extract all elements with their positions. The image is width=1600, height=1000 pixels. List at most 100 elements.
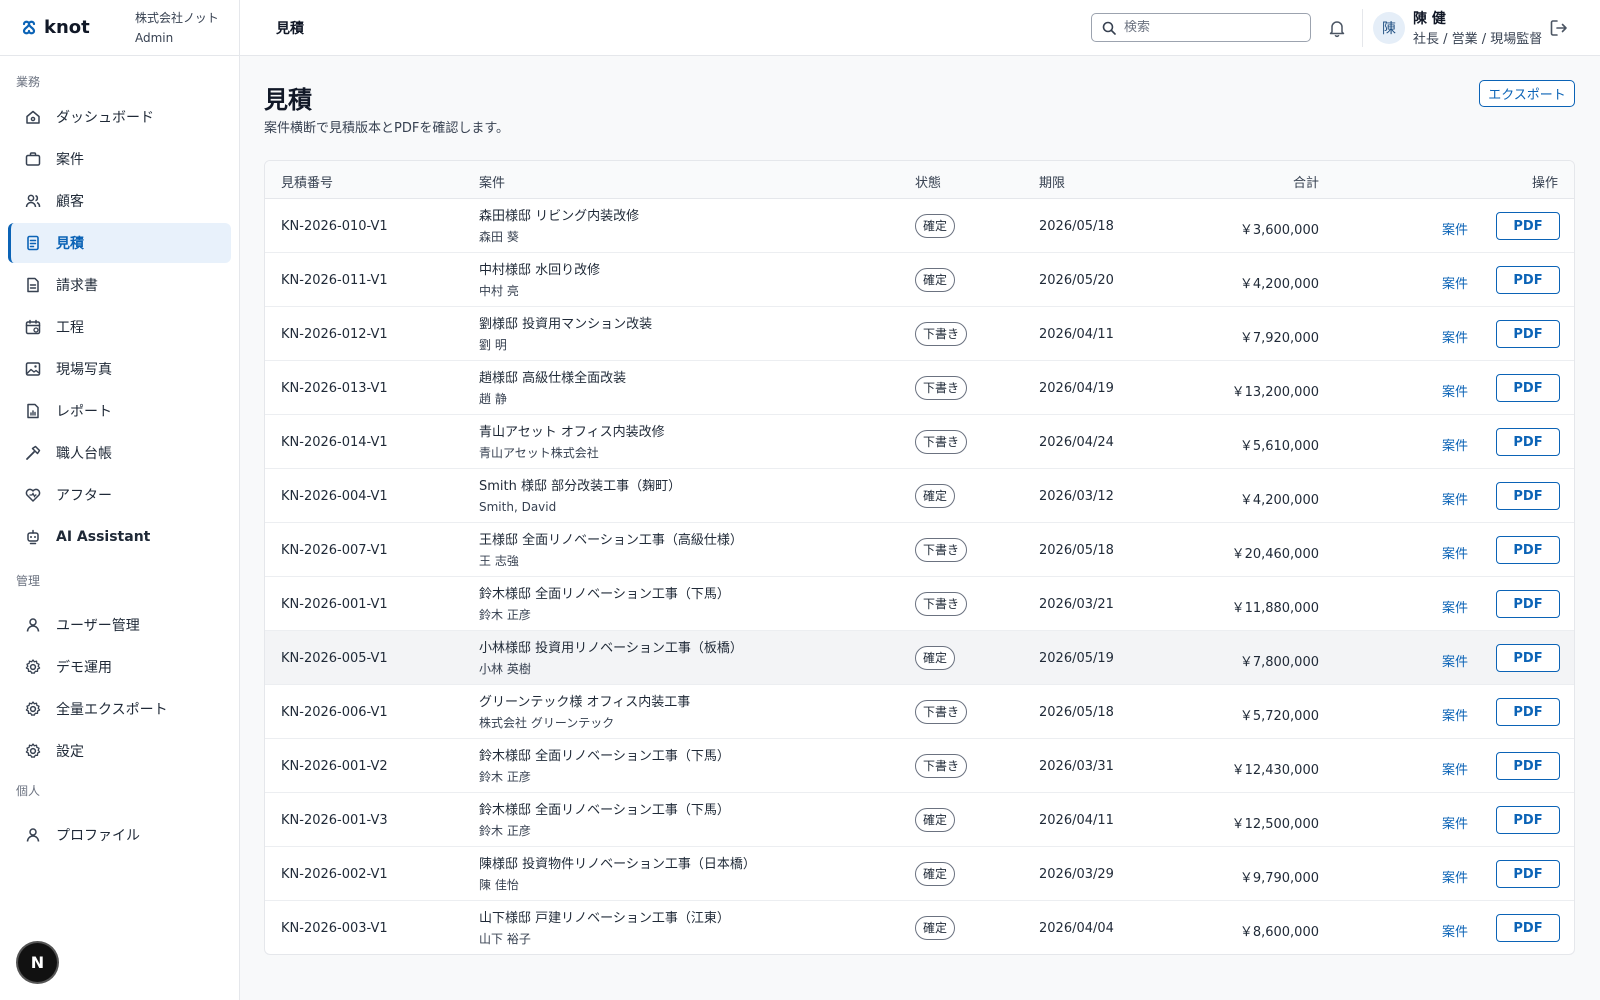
project-link[interactable]: 案件	[1442, 597, 1468, 616]
hammer-icon	[26, 445, 41, 460]
table-row[interactable]: KN-2026-001-V1 鈴木様邸 全面リノベーション工事（下馬） 鈴木 正彦 下…	[265, 577, 1574, 631]
table-row[interactable]: KN-2026-010-V1 森田様邸 リビング内装改修 森田 葵 確定 2026/05…	[265, 199, 1574, 253]
project-link[interactable]: 案件	[1442, 435, 1468, 454]
quote-number: KN-2026-010-V1	[281, 219, 388, 234]
sidebar-item-1-3[interactable]: 設定	[8, 731, 231, 771]
pdf-button[interactable]: PDF	[1496, 914, 1560, 942]
status-badge: 下書き	[915, 430, 968, 454]
org-name: 株式会社ノット	[135, 11, 219, 25]
quote-number: KN-2026-014-V1	[281, 435, 388, 450]
project-link[interactable]: 案件	[1442, 327, 1468, 346]
customer-name: Smith, David	[479, 500, 557, 514]
user-icon	[26, 828, 40, 842]
project-name: 小林様邸 投資用リノベーション工事（板橋）	[479, 641, 743, 656]
sidebar-item-0-1[interactable]: 案件	[8, 139, 231, 179]
pdf-button[interactable]: PDF	[1496, 536, 1560, 564]
knot-logo-icon	[22, 20, 36, 34]
search-input[interactable]	[1124, 20, 1294, 35]
logout-icon[interactable]	[1548, 17, 1570, 39]
pdf-button[interactable]: PDF	[1496, 644, 1560, 672]
table-row[interactable]: KN-2026-004-V1 Smith 様邸 部分改装工事（麹町） Smith, …	[265, 469, 1574, 523]
sidebar-item-0-7[interactable]: レポート	[8, 391, 231, 431]
sidebar-item-0-2[interactable]: 顧客	[8, 181, 231, 221]
pdf-button[interactable]: PDF	[1496, 428, 1560, 456]
sidebar-item-1-1[interactable]: デモ運用	[8, 647, 231, 687]
sidebar-item-0-6[interactable]: 現場写真	[8, 349, 231, 389]
customer-name: 趙 静	[479, 392, 507, 406]
col-due[interactable]: 期限	[1039, 172, 1065, 191]
pdf-button[interactable]: PDF	[1496, 752, 1560, 780]
pdf-button[interactable]: PDF	[1496, 698, 1560, 726]
table-row[interactable]: KN-2026-006-V1 グリーンテック様 オフィス内装工事 株式会社 グリーン…	[265, 685, 1574, 739]
customer-name: 鈴木 正彦	[479, 608, 531, 622]
due-date: 2026/04/11	[1039, 327, 1114, 342]
sidebar-item-0-5[interactable]: 工程	[8, 307, 231, 347]
sidebar-item-0-10[interactable]: AI Assistant	[8, 517, 231, 557]
sidebar-item-0-8[interactable]: 職人台帳	[8, 433, 231, 473]
bell-icon[interactable]	[1327, 18, 1347, 38]
project-link[interactable]: 案件	[1442, 381, 1468, 400]
status-badge: 確定	[915, 484, 956, 508]
project-link[interactable]: 案件	[1442, 813, 1468, 832]
sidebar-item-2-0[interactable]: プロファイル	[8, 815, 231, 855]
project-link[interactable]: 案件	[1442, 219, 1468, 238]
topbar: 見積 陳 陳 健 社長 / 営業 / 現場監督	[240, 0, 1600, 56]
col-status[interactable]: 状態	[915, 172, 941, 191]
due-date: 2026/04/11	[1039, 813, 1114, 828]
quote-number: KN-2026-001-V1	[281, 597, 388, 612]
sidebar-item-label: 顧客	[56, 194, 84, 210]
table-row[interactable]: KN-2026-011-V1 中村様邸 水回り改修 中村 亮 確定 2026/05/20…	[265, 253, 1574, 307]
brand-logo[interactable]: knot	[20, 17, 90, 38]
sidebar-item-1-0[interactable]: ユーザー管理	[8, 605, 231, 645]
project-name: 鈴木様邸 全面リノベーション工事（下馬）	[479, 587, 730, 602]
project-link[interactable]: 案件	[1442, 759, 1468, 778]
col-quote-number[interactable]: 見積番号	[281, 172, 333, 191]
project-cell: Smith 様邸 部分改装工事（麹町） Smith, David	[479, 477, 681, 517]
pdf-button[interactable]: PDF	[1496, 806, 1560, 834]
project-cell: 森田様邸 リビング内装改修 森田 葵	[479, 207, 639, 247]
dev-badge[interactable]: N	[18, 943, 57, 982]
project-link[interactable]: 案件	[1442, 705, 1468, 724]
status-badge: 確定	[915, 268, 956, 292]
pdf-button[interactable]: PDF	[1496, 860, 1560, 888]
sidebar-item-0-3[interactable]: 見積	[8, 223, 231, 263]
pdf-button[interactable]: PDF	[1496, 320, 1560, 348]
sidebar-item-0-9[interactable]: アフター	[8, 475, 231, 515]
project-link[interactable]: 案件	[1442, 921, 1468, 940]
quote-number: KN-2026-001-V2	[281, 759, 388, 774]
sidebar-item-0-4[interactable]: 請求書	[8, 265, 231, 305]
customer-name: 陳 佳怡	[479, 878, 519, 892]
pdf-button[interactable]: PDF	[1496, 590, 1560, 618]
pdf-button[interactable]: PDF	[1496, 482, 1560, 510]
project-cell: 小林様邸 投資用リノベーション工事（板橋） 小林 英樹	[479, 639, 743, 679]
table-row[interactable]: KN-2026-003-V1 山下様邸 戸建リノベーション工事（江東） 山下 裕子 確…	[265, 901, 1574, 954]
org-role: Admin	[135, 31, 174, 45]
table-row[interactable]: KN-2026-012-V1 劉様邸 投資用マンション改装劉 明 下書き 2026/0…	[265, 307, 1574, 361]
table-row[interactable]: KN-2026-001-V2 鈴木様邸 全面リノベーション工事（下馬） 鈴木 正彦 下…	[265, 739, 1574, 793]
quote-number: KN-2026-013-V1	[281, 381, 388, 396]
table-row[interactable]: KN-2026-007-V1 王様邸 全面リノベーション工事（高級仕様） 王 志強 下…	[265, 523, 1574, 577]
briefcase-icon	[25, 152, 41, 166]
table-row[interactable]: KN-2026-002-V1 陳様邸 投資物件リノベーション工事（日本橋） 陳 佳怡…	[265, 847, 1574, 901]
col-project[interactable]: 案件	[479, 172, 505, 191]
customer-name: 中村 亮	[479, 284, 519, 298]
project-link[interactable]: 案件	[1442, 651, 1468, 670]
export-button[interactable]: エクスポート	[1479, 80, 1575, 107]
sidebar-item-label: 全量エクスポート	[56, 702, 168, 718]
table-row[interactable]: KN-2026-013-V1 趙様邸 高級仕様全面改装趙 静 下書き 2026/04/…	[265, 361, 1574, 415]
project-link[interactable]: 案件	[1442, 273, 1468, 292]
pdf-button[interactable]: PDF	[1496, 266, 1560, 294]
project-link[interactable]: 案件	[1442, 867, 1468, 886]
sidebar-item-1-2[interactable]: 全量エクスポート	[8, 689, 231, 729]
table-row[interactable]: KN-2026-001-V3 鈴木様邸 全面リノベーション工事（下馬） 鈴木 正彦 確…	[265, 793, 1574, 847]
table-row[interactable]: KN-2026-014-V1 青山アセット オフィス内装改修 青山アセット株式会社 下…	[265, 415, 1574, 469]
pdf-button[interactable]: PDF	[1496, 212, 1560, 240]
pdf-button[interactable]: PDF	[1496, 374, 1560, 402]
project-link[interactable]: 案件	[1442, 489, 1468, 508]
search-box[interactable]	[1091, 13, 1311, 42]
avatar[interactable]: 陳	[1373, 12, 1405, 44]
col-total[interactable]: 合計	[1293, 172, 1319, 191]
table-row[interactable]: KN-2026-005-V1 小林様邸 投資用リノベーション工事（板橋） 小林 英樹…	[265, 631, 1574, 685]
project-link[interactable]: 案件	[1442, 543, 1468, 562]
sidebar-item-0-0[interactable]: ダッシュボード	[8, 97, 231, 137]
